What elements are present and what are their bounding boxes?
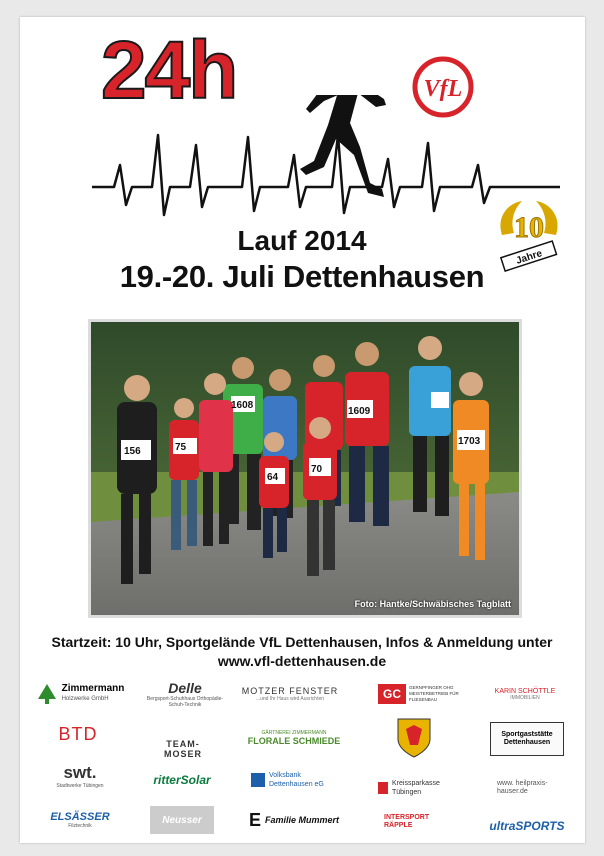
start-info: Startzeit: 10 Uhr, Sportgelände VfL Dett…	[51, 634, 553, 650]
sponsor-mummert: E Familie Mummert	[246, 806, 342, 834]
e-logo-icon: E	[248, 809, 261, 830]
sponsor-ultrasports: ultraSPORTS	[486, 812, 568, 840]
sponsor-name: TEAM- MOSER	[163, 739, 202, 759]
sponsor-florale: GÄRTNEREI ZIMMERMANN FLORALE SCHMIEDE	[246, 724, 342, 752]
tree-icon	[37, 684, 56, 704]
bib-number: 70	[311, 464, 323, 475]
sponsor-volksbank: Volksbank Dettenhausen eG	[248, 766, 344, 794]
sponsor-name: Kreissparkasse Tübingen	[392, 780, 440, 796]
sponsor-elsaesser: ELSÄSSER Filztechnik	[38, 806, 122, 834]
sponsor-schoettle: KARIN SCHÖTTLE IMMOBILIEN	[488, 680, 562, 708]
bib-number: 75	[175, 442, 187, 453]
sponsor-name: Zimmermann	[61, 683, 125, 694]
event-subtitle: Lauf 2014	[237, 225, 367, 256]
bib-number: 156	[124, 446, 141, 457]
sponsor-name: INTERSPORT RÄPPLE	[384, 814, 430, 829]
sponsor-name: swt.	[63, 763, 97, 782]
sparkasse-icon	[378, 782, 388, 794]
sponsor-name: ultraSPORTS	[489, 819, 565, 833]
sponsor-name: Neusser	[162, 814, 202, 826]
sponsor-name: Familie Mummert	[264, 815, 340, 825]
sponsor-sub: ...und Ihr Haus wird Ausrichten	[255, 696, 325, 702]
event-date-location: 19.-20. Juli Dettenhausen	[119, 259, 485, 294]
sponsor-name: MOTZER FENSTER	[241, 686, 339, 696]
bib-number: 1608	[231, 400, 254, 411]
vfl-logo-text: VfL	[424, 76, 463, 102]
sponsor-motzer: MOTZER FENSTER ...und Ihr Haus wird Ausr…	[240, 680, 340, 708]
sponsor-name: www. heilpraxis- hauser.de	[497, 780, 548, 795]
sponsor-sub: Filztechnik	[68, 823, 92, 829]
event-info: Startzeit: 10 Uhr, Sportgelände VfL Dett…	[0, 633, 604, 671]
website-link[interactable]: www.vfl-dettenhausen.de	[0, 652, 604, 671]
bib-number: 1609	[348, 406, 371, 417]
sponsor-btd: BTD	[48, 720, 108, 748]
sponsor-name: BTD	[58, 723, 98, 744]
sponsor-sub: Stadtwerke Tübingen	[56, 783, 104, 789]
volksbank-icon	[251, 773, 265, 787]
coat-of-arms-icon	[397, 718, 431, 758]
sponsor-name: Sportgaststätte Dettenhausen	[501, 731, 553, 746]
sponsor-name: FLORALE SCHMIEDE	[247, 736, 341, 746]
sponsor-sportgaststaette: Sportgaststätte Dettenhausen	[490, 722, 564, 756]
sponsor-delle: Delle Bergsport-Schuhhaus Orthopädie-Sch…	[145, 680, 225, 708]
sponsor-heilpraxis: www. heilpraxis- hauser.de	[494, 774, 560, 802]
gc-logo: GC	[378, 684, 406, 704]
sponsor-name: Volksbank Dettenhausen eG	[269, 772, 324, 788]
sponsor-sub: Bergsport-Schuhhaus Orthopädie-Schuh-Tec…	[146, 696, 224, 708]
vfl-club-logo: VfL	[412, 56, 474, 118]
sponsor-sub: IMMOBILIEN	[510, 694, 540, 701]
sponsor-name: ritterSolar	[153, 773, 211, 787]
sponsor-gc: GC GERNPFINGER OHG MEISTERBETRIEB FÜR FL…	[378, 680, 474, 708]
sponsor-neusser: Neusser	[150, 806, 214, 834]
photo-credit: Foto: Hantke/Schwäbisches Tagblatt	[354, 599, 511, 609]
sponsor-name: KARIN SCHÖTTLE	[494, 687, 556, 695]
sponsor-name: ELSÄSSER	[50, 811, 110, 823]
sponsor-sub: GERNPFINGER OHG MEISTERBETRIEB FÜR FLIES…	[409, 685, 459, 702]
sponsor-name: Delle	[168, 680, 202, 696]
runners-photo: 156 75 1608 1609 64 70 1703 Foto: Hantke…	[88, 319, 522, 618]
sponsor-intersport: INTERSPORT RÄPPLE	[378, 808, 450, 836]
bib-number: 64	[267, 472, 279, 483]
sponsor-sub: Holzwerke GmbH	[61, 696, 109, 702]
sponsor-rittersolar: ritterSolar	[140, 766, 224, 794]
sponsor-teammoser: TEAM- MOSER	[148, 735, 218, 763]
sponsor-zimmermann: Zimmermann Holzwerke GmbH	[30, 680, 130, 708]
bib-number: 1703	[458, 436, 481, 447]
sponsor-swt: swt. Stadtwerke Tübingen	[40, 762, 120, 790]
sponsor-ksk: Kreissparkasse Tübingen	[372, 774, 458, 802]
